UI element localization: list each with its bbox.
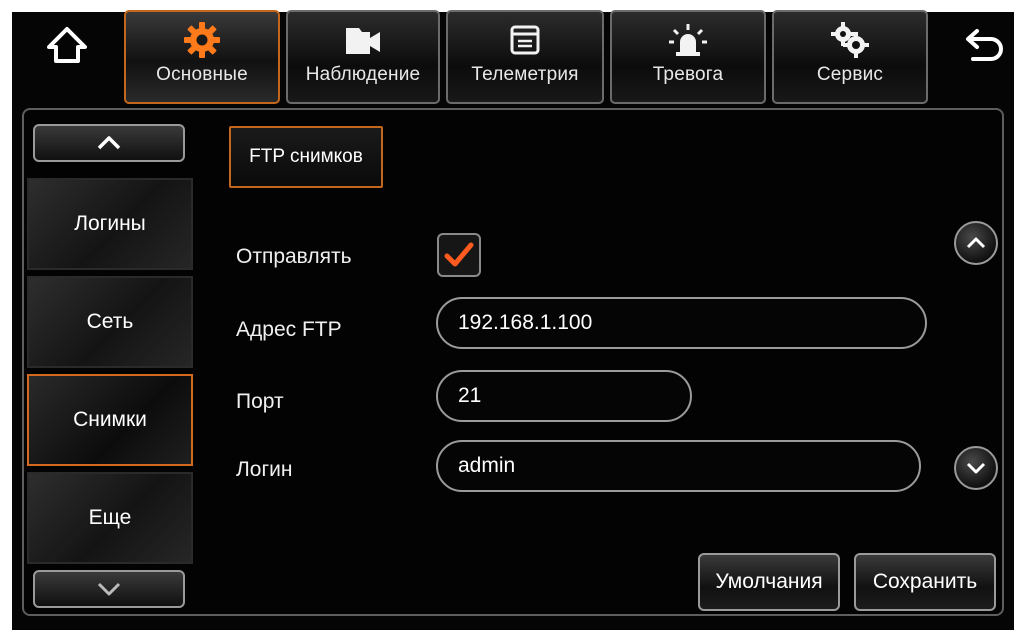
back-button[interactable] [962, 22, 1008, 68]
login-label: Логин [236, 458, 293, 481]
form-scroll-down-button[interactable] [954, 446, 998, 490]
section-tab-ftp-snapshots[interactable]: FTP снимков [229, 126, 383, 188]
tab-basic[interactable]: Основные [124, 10, 280, 104]
tab-label: Основные [156, 64, 248, 85]
home-icon [47, 27, 87, 63]
ftp-address-value: 192.168.1.100 [458, 311, 593, 334]
ftp-address-field[interactable]: 192.168.1.100 [436, 297, 927, 349]
chevron-down-icon [966, 462, 986, 474]
tab-telemetry[interactable]: Телеметрия [446, 10, 604, 104]
send-checkbox[interactable] [437, 233, 481, 277]
tab-alarm[interactable]: Тревога [610, 10, 766, 104]
tab-surveillance[interactable]: Наблюдение [286, 10, 440, 104]
sidebar-item-logins[interactable]: Логины [27, 178, 193, 270]
tab-label: Тревога [652, 64, 724, 85]
port-value: 21 [458, 384, 482, 407]
send-label: Отправлять [236, 245, 352, 268]
ftp-address-label: Адрес FTP [236, 318, 342, 341]
port-label: Порт [236, 390, 284, 413]
sidebar-item-label: Еще [88, 506, 132, 529]
save-button[interactable]: Сохранить [854, 553, 996, 611]
home-button[interactable] [44, 22, 90, 68]
form-scroll-up-button[interactable] [954, 221, 998, 265]
sidebar-item-more[interactable]: Еще [27, 472, 193, 564]
login-value: admin [458, 454, 516, 477]
sidebar-item-label: Снимки [73, 408, 147, 431]
sidebar-item-label: Логины [74, 212, 146, 235]
defaults-button[interactable]: Умолчания [698, 553, 840, 611]
defaults-button-label: Умолчания [715, 570, 823, 593]
tab-label: Сервис [816, 64, 884, 85]
section-title: FTP снимков [249, 146, 363, 167]
gears-icon [830, 22, 870, 58]
save-button-label: Сохранить [872, 570, 978, 593]
sidebar-item-label: Сеть [86, 310, 134, 333]
port-field[interactable]: 21 [436, 370, 692, 422]
chevron-up-icon [97, 136, 121, 150]
window-icon [509, 22, 541, 58]
checkmark-icon [444, 242, 474, 267]
chevron-up-icon [966, 237, 986, 249]
login-field[interactable]: admin [436, 440, 921, 492]
sidebar-scroll-up-button[interactable] [33, 124, 185, 162]
alarm-light-icon [668, 22, 708, 58]
tab-label: Телеметрия [471, 64, 579, 85]
video-camera-icon [343, 22, 383, 58]
back-arrow-icon [966, 29, 1003, 61]
chevron-down-icon [97, 582, 121, 596]
sidebar-item-network[interactable]: Сеть [27, 276, 193, 368]
sidebar-item-snapshots[interactable]: Снимки [27, 374, 193, 466]
tab-service[interactable]: Сервис [772, 10, 928, 104]
sidebar-scroll-down-button[interactable] [33, 570, 185, 608]
gear-icon [183, 22, 221, 58]
tab-label: Наблюдение [305, 64, 421, 85]
